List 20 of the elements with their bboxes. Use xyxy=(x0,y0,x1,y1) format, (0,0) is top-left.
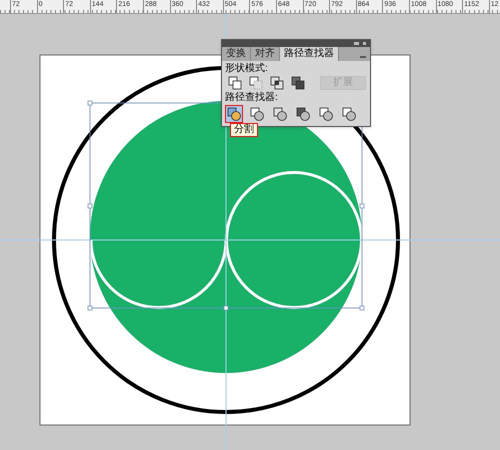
shape-mode-icon[interactable] xyxy=(270,76,284,90)
section-label: 路径查找器: xyxy=(225,92,279,103)
pathfinder-button[interactable] xyxy=(340,105,358,123)
pathfinder-icon xyxy=(250,107,264,121)
panel-tab[interactable]: 路径查找器 xyxy=(280,47,339,61)
section-label: 形状模式: xyxy=(225,63,269,74)
shape-mode-icon[interactable] xyxy=(228,76,242,90)
shape-mode-icon[interactable] xyxy=(291,76,305,90)
pathfinder-icon xyxy=(227,107,241,121)
pathfinder-icon xyxy=(342,107,356,121)
tooltip: 分割 xyxy=(230,123,258,137)
pathfinder-icon xyxy=(296,107,310,121)
pathfinder-button[interactable] xyxy=(271,105,289,123)
pathfinder-button[interactable] xyxy=(248,105,266,123)
pathfinder-button[interactable] xyxy=(225,105,243,123)
pathfinder-button[interactable] xyxy=(294,105,312,123)
pathfinder-icon xyxy=(273,107,287,121)
shape-mode-icon[interactable] xyxy=(249,76,263,90)
pathfinder-icon xyxy=(319,107,333,121)
pathfinder-button[interactable] xyxy=(317,105,335,123)
